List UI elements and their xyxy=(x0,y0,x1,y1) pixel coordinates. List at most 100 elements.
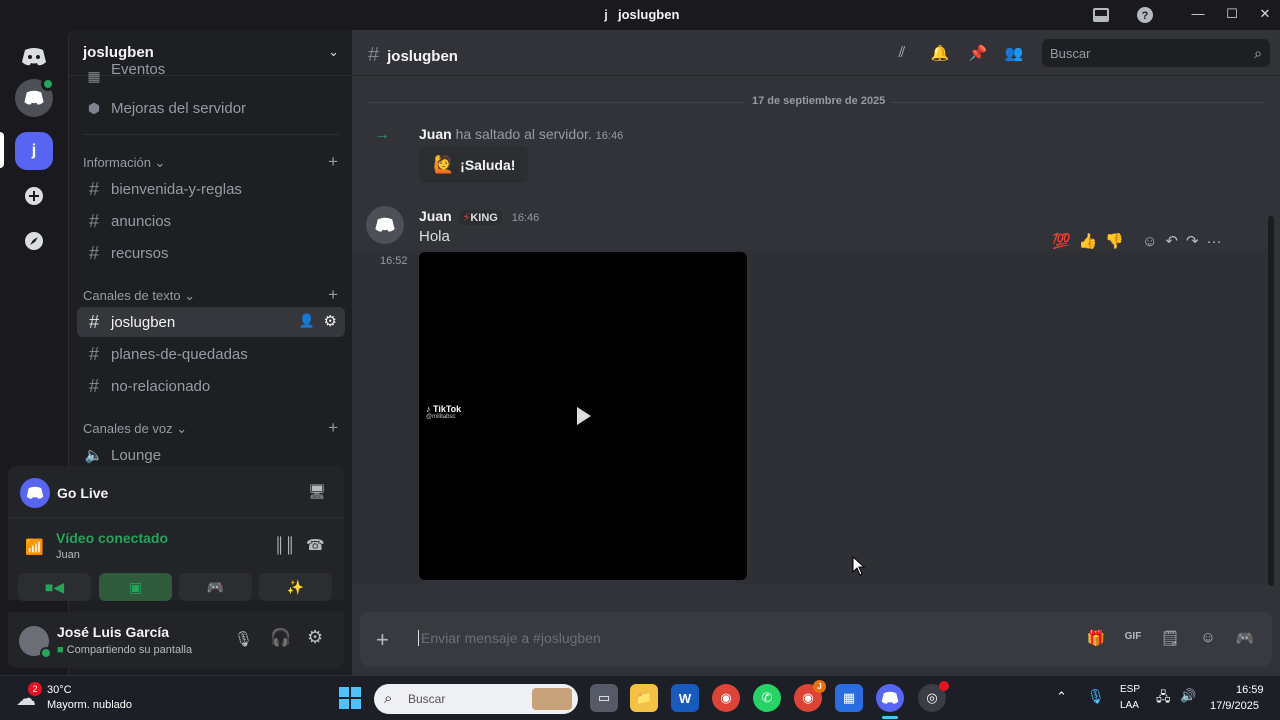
role-tag[interactable]: ⚡KING xyxy=(458,210,502,225)
task-view-icon[interactable]: ▭ xyxy=(590,684,618,712)
channel-planes-de-quedadas[interactable]: # planes-de-quedadas xyxy=(77,339,345,369)
explore-icon[interactable] xyxy=(15,222,53,260)
tray-microphone-icon[interactable]: 🎙 xyxy=(1087,688,1105,705)
gift-icon[interactable]: 🎁 xyxy=(1085,629,1107,649)
add-channel-icon[interactable]: + xyxy=(328,285,338,305)
apps-gamepad-icon[interactable]: 🎮 xyxy=(1234,629,1256,649)
reaction-100[interactable]: 💯 xyxy=(1052,232,1071,250)
reply-icon[interactable]: ↶ xyxy=(1165,232,1178,250)
discord-home-icon[interactable] xyxy=(15,38,53,76)
server-avatar-discord[interactable] xyxy=(15,77,55,117)
video-embed[interactable]: ♪ TikTok @militabsc xyxy=(419,252,747,580)
hash-icon: # xyxy=(88,242,99,263)
user-status: ■ Compartiendo su pantalla xyxy=(57,644,193,656)
keyboard-layout[interactable]: LAA xyxy=(1120,700,1139,711)
soundboard-icon: ✨ xyxy=(286,578,305,595)
category-voice-channels[interactable]: Canales de voz ⌄ xyxy=(83,421,187,437)
inbox-icon[interactable] xyxy=(1091,5,1111,25)
add-reaction-icon[interactable]: ☺ xyxy=(1142,233,1157,250)
windows-start-icon[interactable] xyxy=(338,686,362,715)
weather-badge: 2 xyxy=(28,682,42,696)
emoji-icon[interactable]: ☺ xyxy=(1197,629,1219,649)
pin-icon[interactable]: 📌 xyxy=(968,44,988,64)
volume-icon[interactable]: 🔊 xyxy=(1180,688,1196,704)
user-name[interactable]: José Luis García xyxy=(57,624,169,640)
add-channel-icon[interactable]: + xyxy=(328,418,338,438)
channel-anuncios[interactable]: # anuncios xyxy=(77,206,345,236)
noise-suppression-icon[interactable]: ║║ xyxy=(274,537,295,554)
disconnect-icon[interactable]: ☎ xyxy=(306,536,325,554)
help-icon[interactable]: ? xyxy=(1135,5,1155,25)
avatar[interactable] xyxy=(19,626,52,659)
reaction-thumbs-down[interactable]: 👎 xyxy=(1105,232,1124,250)
headphones-icon[interactable]: 🎧 xyxy=(270,628,291,648)
weather-temp[interactable]: 30°C xyxy=(47,684,72,696)
channel-bienvenida-y-reglas[interactable]: # bienvenida-y-reglas xyxy=(77,174,345,204)
clock-time[interactable]: 16:59 xyxy=(1236,684,1264,696)
chrome-icon[interactable]: ◉ xyxy=(712,684,740,712)
maximize-icon[interactable]: ☐ xyxy=(1222,6,1242,22)
threads-icon[interactable]: ⫽ xyxy=(892,44,912,64)
sidebar-item-boosts[interactable]: ⬢ Mejoras del servidor xyxy=(77,93,345,123)
category-info[interactable]: Información ⌄ xyxy=(83,155,165,171)
wave-sticker-icon: 🙋 xyxy=(433,154,455,174)
add-server-icon[interactable] xyxy=(15,177,53,215)
activities-button[interactable]: 🎮 xyxy=(179,573,252,601)
scrollbar[interactable] xyxy=(1268,216,1274,586)
close-icon[interactable]: ✕ xyxy=(1255,6,1275,22)
scrollbar-thumb[interactable] xyxy=(1268,216,1274,586)
sidebar-item-events[interactable]: ▦ Eventos xyxy=(77,62,345,90)
channel-recursos[interactable]: # recursos xyxy=(77,238,345,268)
word-icon[interactable]: W xyxy=(671,684,699,712)
gear-icon[interactable]: ⚙ xyxy=(324,312,337,330)
language-indicator[interactable]: ESP xyxy=(1120,684,1140,695)
screen-share-button[interactable]: ▣ xyxy=(99,573,172,601)
user-settings-gear-icon[interactable]: ⚙ xyxy=(307,627,323,648)
screen-share-stop-icon[interactable]: 🖥 xyxy=(308,483,326,500)
channel-joslugben[interactable]: # joslugben 👤 ⚙ xyxy=(77,307,345,337)
invite-user-icon[interactable]: 👤 xyxy=(299,313,315,329)
search-placeholder: Buscar xyxy=(1050,46,1091,61)
avatar[interactable] xyxy=(366,206,404,244)
notification-bell-icon[interactable]: 🔔 xyxy=(930,44,950,64)
taskbar-search[interactable]: ⌕ Buscar xyxy=(374,684,578,714)
channel-no-relacionado[interactable]: # no-relacionado xyxy=(77,371,345,401)
microphone-icon[interactable]: 🎙 xyxy=(234,630,253,648)
message-author[interactable]: Juan xyxy=(419,126,452,142)
online-status-dot xyxy=(40,647,52,659)
reaction-thumbs-up[interactable]: 👍 xyxy=(1079,232,1098,250)
date-divider: 17 de septiembre de 2025 xyxy=(366,95,1266,107)
play-icon[interactable] xyxy=(576,406,592,431)
message-input[interactable]: Enviar mensaje a #joslugben xyxy=(418,630,601,646)
wave-button[interactable]: 🙋 ¡Saluda! xyxy=(419,146,528,183)
obs-icon[interactable]: ◎ xyxy=(918,681,949,712)
chrome-profile-icon[interactable]: ◉ J xyxy=(794,680,826,712)
network-icon[interactable]: 🖧 xyxy=(1156,688,1171,710)
go-live-row[interactable]: Go Live 🖥 xyxy=(8,466,344,518)
tray-chevron-up-icon[interactable]: ⌃ xyxy=(1056,689,1067,705)
more-options-icon[interactable]: ··· xyxy=(1207,233,1222,250)
voice-status[interactable]: Vídeo conectado xyxy=(56,530,168,546)
whatsapp-icon[interactable]: ✆ xyxy=(753,684,781,712)
weather-desc[interactable]: Mayorm. nublado xyxy=(47,699,132,711)
clock-date[interactable]: 17/9/2025 xyxy=(1210,700,1259,712)
soundboard-button[interactable]: ✨ xyxy=(259,573,332,601)
microsoft-store-icon[interactable]: ▦ xyxy=(835,684,863,712)
forward-icon[interactable]: ↷ xyxy=(1186,232,1199,250)
join-arrow-icon: → xyxy=(374,126,390,143)
sticker-icon[interactable]: 🗒 xyxy=(1159,629,1181,649)
add-attachment-icon[interactable]: + xyxy=(376,627,389,653)
category-text-channels[interactable]: Canales de texto ⌄ xyxy=(83,288,195,304)
add-channel-icon[interactable]: + xyxy=(328,152,338,172)
screen-share-icon: ▣ xyxy=(128,578,143,595)
speaker-icon: 🔈 xyxy=(84,447,104,464)
search-input[interactable]: Buscar ⌕ xyxy=(1042,39,1270,67)
camera-button[interactable]: ■◀ xyxy=(18,573,91,601)
discord-taskbar-icon[interactable] xyxy=(876,684,904,712)
message-author[interactable]: Juan xyxy=(419,208,452,224)
file-explorer-icon[interactable]: 📁 xyxy=(630,684,658,712)
minimize-icon[interactable]: — xyxy=(1188,6,1208,21)
member-list-icon[interactable]: 👥 xyxy=(1004,44,1024,64)
gif-icon[interactable]: GIF xyxy=(1122,631,1144,651)
server-icon-j[interactable]: j xyxy=(15,132,53,170)
